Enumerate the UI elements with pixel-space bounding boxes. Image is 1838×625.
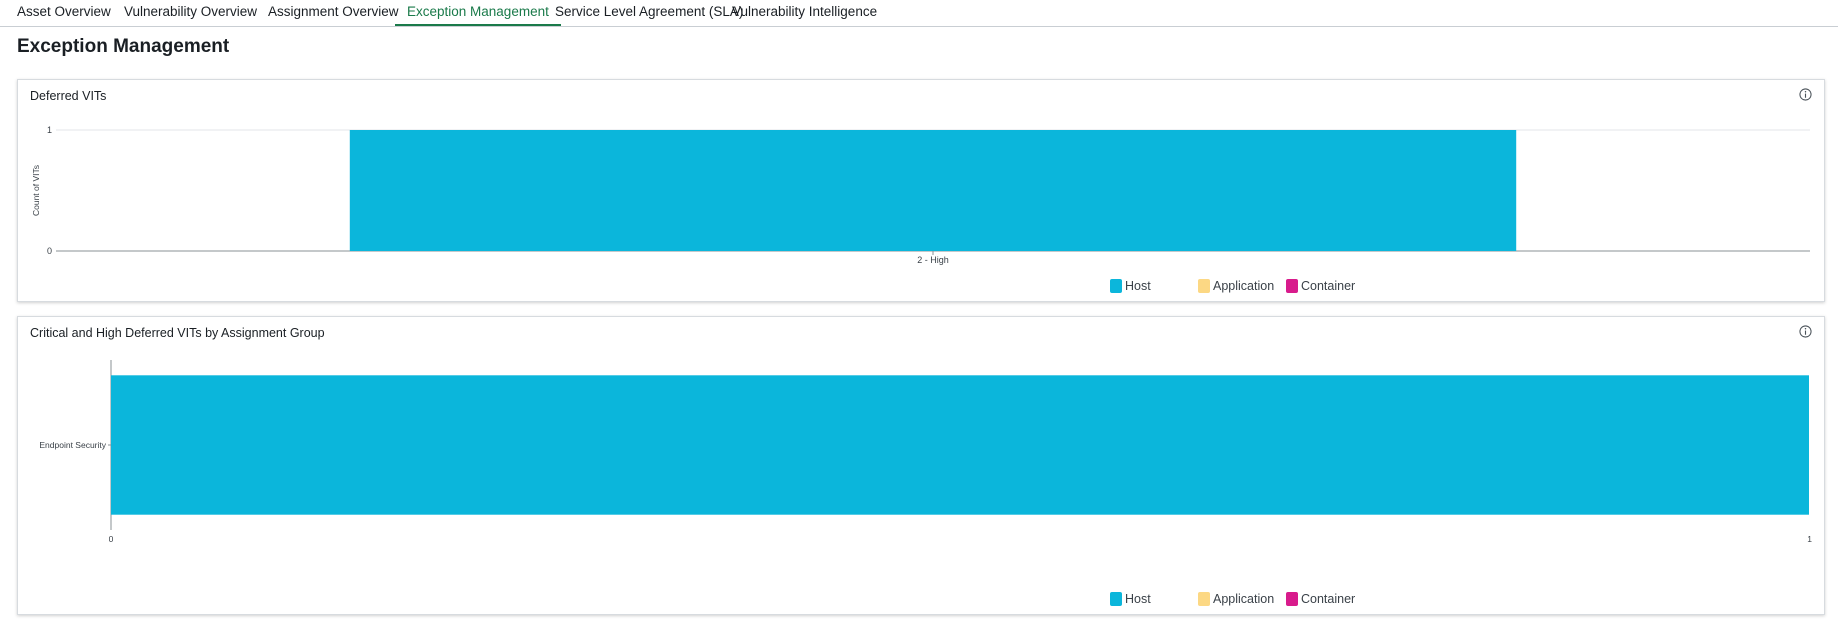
tab-assignment-overview[interactable]: Assignment Overview [268,0,399,24]
application-swatch-icon [1198,278,1210,293]
chart-legend: Host Application Container [1093,590,1355,608]
tab-service-level-agreement[interactable]: Service Level Agreement (SLA) [555,0,743,24]
x-tick-label: 2 - High [917,255,949,265]
host-swatch-icon [1110,591,1122,606]
host-swatch-icon [1110,278,1122,293]
legend-label: Container [1301,279,1356,293]
legend-label: Application [1213,279,1275,293]
container-swatch-icon [1286,591,1298,606]
bar [111,375,1809,515]
deferred-vits-card: Deferred VITs 0 1 Count of VITs 2 - High Ho… [17,79,1825,302]
y-axis-label: Count of VITs [31,165,41,216]
legend-label: Host [1125,592,1151,606]
legend-item-host[interactable]: Host [1110,277,1151,295]
y-tick-label: Endpoint Security [39,440,106,450]
legend-item-application[interactable]: Application [1198,277,1274,295]
legend-label: Host [1125,279,1151,293]
assignment-group-card: Critical and High Deferred VITs by Assig… [17,316,1825,615]
y-tick-label: 1 [47,125,52,135]
tab-vulnerability-overview[interactable]: Vulnerability Overview [124,0,257,24]
legend-label: Application [1213,592,1275,606]
page-title: Exception Management [17,36,230,57]
tab-exception-management[interactable]: Exception Management [395,0,561,26]
y-tick-label: 0 [47,246,52,256]
x-tick-label: 1 [1807,534,1812,544]
legend-item-host[interactable]: Host [1110,590,1151,608]
tab-vulnerability-intelligence[interactable]: Vulnerability Intelligence [732,0,877,24]
legend-item-container[interactable]: Container [1286,590,1355,608]
legend-item-application[interactable]: Application [1198,590,1274,608]
legend-label: Container [1301,592,1356,606]
container-swatch-icon [1286,278,1298,293]
assignment-group-chart: Endpoint Security 0 1 [39,360,1812,544]
bar [349,130,1517,251]
x-tick-label: 0 [109,534,114,544]
deferred-vits-chart: 0 1 Count of VITs 2 - High [31,125,1810,265]
tab-asset-overview[interactable]: Asset Overview [17,0,111,24]
legend-item-container[interactable]: Container [1286,277,1355,295]
tab-bar: Asset Overview Vulnerability Overview As… [0,0,1838,27]
application-swatch-icon [1198,591,1210,606]
chart-legend: Host Application Container [1093,277,1355,295]
